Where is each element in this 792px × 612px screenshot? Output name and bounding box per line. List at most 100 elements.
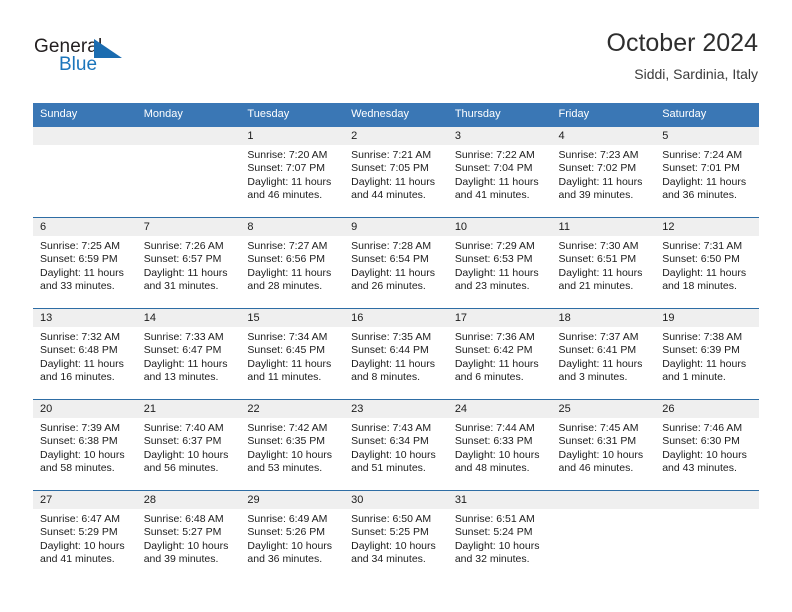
day-cell-inner: 16 Sunrise: 7:35 AM Sunset: 6:44 PM Dayligh… <box>344 309 448 399</box>
daylight-duration-line1: Daylight: 10 hours <box>454 539 540 552</box>
sunset-time: Sunset: 6:56 PM <box>247 253 326 266</box>
calendar-day-cell[interactable]: 17 Sunrise: 7:36 AM Sunset: 6:42 PM Dayligh… <box>447 308 552 400</box>
calendar-day-cell[interactable]: 19 Sunrise: 7:38 AM Sunset: 6:39 PM Dayligh… <box>655 308 759 400</box>
sunrise-time: Sunrise: 7:40 AM <box>143 422 224 434</box>
calendar-day-cell[interactable]: 26 Sunrise: 7:46 AM Sunset: 6:30 PM Dayligh… <box>655 399 759 491</box>
calendar-day-cell[interactable]: 11 Sunrise: 7:30 AM Sunset: 6:51 PM Dayligh… <box>551 217 656 309</box>
calendar-day-cell[interactable]: 16 Sunrise: 7:35 AM Sunset: 6:44 PM Dayligh… <box>344 308 448 400</box>
daylight-duration-line1: Daylight: 11 hours <box>662 266 747 279</box>
daylight-duration-line1: Daylight: 11 hours <box>143 357 228 370</box>
day-details: Sunrise: 7:40 AM Sunset: 6:37 PM Daylight:… <box>137 418 241 475</box>
day-number: 24 <box>447 400 552 418</box>
day-number: 9 <box>344 218 448 236</box>
calendar-day-cell[interactable]: 21 Sunrise: 7:40 AM Sunset: 6:37 PM Dayligh… <box>136 399 241 491</box>
sunrise-time: Sunrise: 7:45 AM <box>558 422 639 434</box>
day-number: 20 <box>33 400 137 418</box>
calendar-header-row: Sunday Monday Tuesday Wednesday Thursday… <box>33 103 759 127</box>
calendar-day-cell[interactable]: 7 Sunrise: 7:26 AM Sunset: 6:57 PM Daylight… <box>136 217 241 309</box>
daylight-duration-line1: Daylight: 10 hours <box>143 448 229 461</box>
calendar-day-cell[interactable]: 25 Sunrise: 7:45 AM Sunset: 6:31 PM Dayligh… <box>551 399 656 491</box>
day-details: Sunrise: 7:25 AM Sunset: 6:59 PM Daylight:… <box>33 236 137 293</box>
day-details: Sunrise: 7:38 AM Sunset: 6:39 PM Daylight:… <box>655 327 759 384</box>
calendar-day-cell[interactable]: 5 Sunrise: 7:24 AM Sunset: 7:01 PM Daylight… <box>655 127 759 218</box>
day-number <box>551 491 656 509</box>
page-subtitle: Siddi, Sardinia, Italy <box>634 66 758 82</box>
daylight-duration-line1: Daylight: 11 hours <box>351 266 435 279</box>
daylight-duration-line2: and 56 minutes. <box>143 461 219 474</box>
daylight-duration-line1: Daylight: 11 hours <box>40 357 124 370</box>
day-details: Sunrise: 7:39 AM Sunset: 6:38 PM Daylight:… <box>33 418 137 475</box>
calendar-day-cell[interactable]: 9 Sunrise: 7:28 AM Sunset: 6:54 PM Daylight… <box>344 217 448 309</box>
calendar-day-cell[interactable]: 1 Sunrise: 7:20 AM Sunset: 7:07 PM Daylight… <box>240 127 345 218</box>
sunset-time: Sunset: 6:31 PM <box>558 435 637 448</box>
daylight-duration-line2: and 26 minutes. <box>351 279 426 292</box>
calendar-day-cell[interactable]: 24 Sunrise: 7:44 AM Sunset: 6:33 PM Dayligh… <box>447 399 552 491</box>
daylight-duration-line1: Daylight: 11 hours <box>351 175 435 188</box>
weekday-header-monday: Monday <box>136 103 241 127</box>
calendar-day-cell[interactable]: 18 Sunrise: 7:37 AM Sunset: 6:41 PM Dayligh… <box>551 308 656 400</box>
calendar-day-cell[interactable]: 12 Sunrise: 7:31 AM Sunset: 6:50 PM Dayligh… <box>655 217 759 309</box>
sunrise-time: Sunrise: 7:29 AM <box>454 240 535 252</box>
day-cell-inner <box>551 491 656 581</box>
calendar-day-cell[interactable]: 15 Sunrise: 7:34 AM Sunset: 6:45 PM Dayligh… <box>240 308 345 400</box>
daylight-duration-line1: Daylight: 11 hours <box>351 357 435 370</box>
calendar-day-cell[interactable]: 29 Sunrise: 6:49 AM Sunset: 5:26 PM Dayligh… <box>240 490 345 581</box>
day-cell-inner: 6 Sunrise: 7:25 AM Sunset: 6:59 PM Daylight… <box>33 218 137 308</box>
daylight-duration-line1: Daylight: 10 hours <box>558 448 644 461</box>
calendar-day-cell[interactable]: 8 Sunrise: 7:27 AM Sunset: 6:56 PM Daylight… <box>240 217 345 309</box>
day-cell-inner: 15 Sunrise: 7:34 AM Sunset: 6:45 PM Dayligh… <box>240 309 345 399</box>
calendar-day-cell[interactable]: 27 Sunrise: 6:47 AM Sunset: 5:29 PM Dayligh… <box>33 490 137 581</box>
sunset-time: Sunset: 6:54 PM <box>351 253 429 266</box>
daylight-duration-line1: Daylight: 11 hours <box>247 357 332 370</box>
daylight-duration-line1: Daylight: 11 hours <box>454 266 539 279</box>
day-details: Sunrise: 7:33 AM Sunset: 6:47 PM Daylight:… <box>137 327 241 384</box>
calendar-week-row: 1 Sunrise: 7:20 AM Sunset: 7:07 PM Daylight… <box>33 127 759 218</box>
sunset-time: Sunset: 6:34 PM <box>351 435 429 448</box>
calendar-day-cell[interactable]: 2 Sunrise: 7:21 AM Sunset: 7:05 PM Daylight… <box>344 127 448 218</box>
calendar-day-cell[interactable]: 6 Sunrise: 7:25 AM Sunset: 6:59 PM Daylight… <box>33 217 137 309</box>
day-cell-inner: 7 Sunrise: 7:26 AM Sunset: 6:57 PM Daylight… <box>136 218 241 308</box>
day-details: Sunrise: 7:21 AM Sunset: 7:05 PM Daylight:… <box>344 145 448 202</box>
daylight-duration-line1: Daylight: 10 hours <box>40 539 125 552</box>
sunrise-time: Sunrise: 7:36 AM <box>454 331 535 343</box>
daylight-duration-line2: and 39 minutes. <box>143 552 219 565</box>
general-blue-logo[interactable]: General Blue <box>34 36 142 80</box>
sunrise-time: Sunrise: 7:27 AM <box>247 240 328 252</box>
calendar-day-cell[interactable]: 23 Sunrise: 7:43 AM Sunset: 6:34 PM Dayligh… <box>344 399 448 491</box>
day-number: 21 <box>136 400 241 418</box>
calendar-page: General Blue October 2024 Siddi, Sardini… <box>0 0 792 612</box>
daylight-duration-line1: Daylight: 10 hours <box>143 539 229 552</box>
sunrise-time: Sunrise: 6:48 AM <box>143 513 224 525</box>
sunrise-time: Sunrise: 7:43 AM <box>351 422 432 434</box>
daylight-duration-line2: and 58 minutes. <box>40 461 115 474</box>
calendar-day-cell[interactable]: 22 Sunrise: 7:42 AM Sunset: 6:35 PM Dayligh… <box>240 399 345 491</box>
calendar-day-cell[interactable]: 13 Sunrise: 7:32 AM Sunset: 6:48 PM Dayligh… <box>33 308 137 400</box>
daylight-duration-line2: and 21 minutes. <box>558 279 634 292</box>
sunset-time: Sunset: 6:38 PM <box>40 435 118 448</box>
calendar-day-cell[interactable]: 3 Sunrise: 7:22 AM Sunset: 7:04 PM Daylight… <box>447 127 552 218</box>
day-cell-inner: 9 Sunrise: 7:28 AM Sunset: 6:54 PM Daylight… <box>344 218 448 308</box>
calendar-day-cell[interactable]: 14 Sunrise: 7:33 AM Sunset: 6:47 PM Dayligh… <box>136 308 241 400</box>
daylight-duration-line2: and 3 minutes. <box>558 370 628 383</box>
sunset-time: Sunset: 6:37 PM <box>143 435 222 448</box>
calendar-day-cell[interactable]: 30 Sunrise: 6:50 AM Sunset: 5:25 PM Dayligh… <box>344 490 448 581</box>
calendar-day-cell[interactable]: 20 Sunrise: 7:39 AM Sunset: 6:38 PM Dayligh… <box>33 399 137 491</box>
day-details: Sunrise: 7:37 AM Sunset: 6:41 PM Daylight:… <box>552 327 656 384</box>
logo-text-blue: Blue <box>59 54 98 75</box>
day-details: Sunrise: 7:36 AM Sunset: 6:42 PM Daylight:… <box>448 327 552 384</box>
day-details: Sunrise: 7:23 AM Sunset: 7:02 PM Daylight:… <box>552 145 656 202</box>
day-number: 1 <box>240 127 345 145</box>
calendar-body: 1 Sunrise: 7:20 AM Sunset: 7:07 PM Daylight… <box>33 127 759 581</box>
daylight-duration-line2: and 53 minutes. <box>247 461 323 474</box>
daylight-duration-line1: Daylight: 11 hours <box>40 266 124 279</box>
calendar-day-cell[interactable]: 28 Sunrise: 6:48 AM Sunset: 5:27 PM Dayligh… <box>136 490 241 581</box>
calendar-day-cell[interactable]: 31 Sunrise: 6:51 AM Sunset: 5:24 PM Dayligh… <box>447 490 552 581</box>
day-details: Sunrise: 7:35 AM Sunset: 6:44 PM Daylight:… <box>344 327 448 384</box>
day-cell-inner: 12 Sunrise: 7:31 AM Sunset: 6:50 PM Dayligh… <box>655 218 759 308</box>
calendar-day-cell[interactable]: 4 Sunrise: 7:23 AM Sunset: 7:02 PM Daylight… <box>551 127 656 218</box>
calendar-day-cell[interactable]: 10 Sunrise: 7:29 AM Sunset: 6:53 PM Dayligh… <box>447 217 552 309</box>
day-details: Sunrise: 7:34 AM Sunset: 6:45 PM Daylight:… <box>240 327 344 384</box>
sunset-time: Sunset: 7:04 PM <box>454 162 533 175</box>
day-details: Sunrise: 7:30 AM Sunset: 6:51 PM Daylight:… <box>552 236 656 293</box>
daylight-duration-line2: and 46 minutes. <box>247 188 323 201</box>
